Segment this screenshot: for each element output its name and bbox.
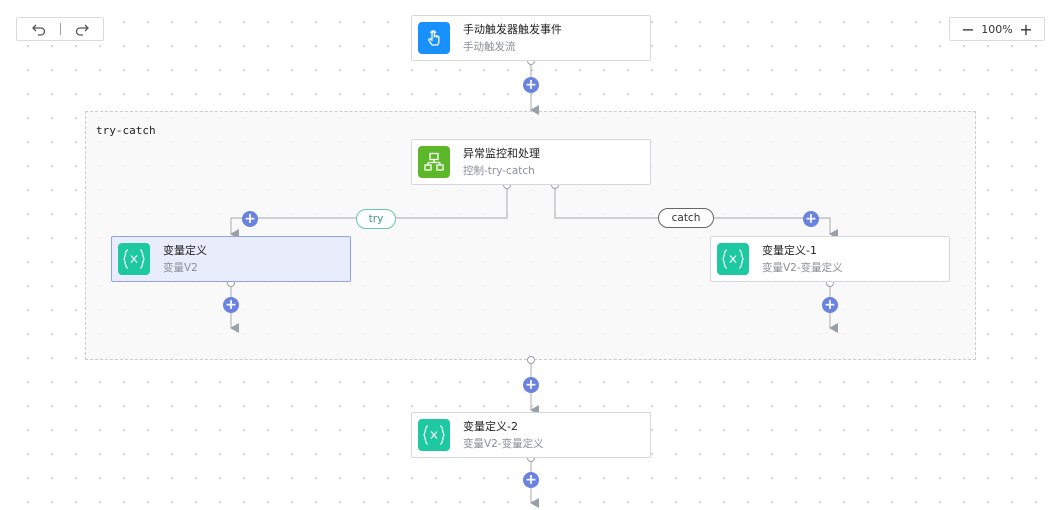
variable-braces-icon [418,419,450,451]
node-subtitle: 变量V2-变量定义 [762,261,843,274]
add-node-button[interactable]: + [822,297,838,313]
variable-braces-icon [717,243,749,275]
node-variable-after[interactable]: 变量定义-2 变量V2-变量定义 [411,412,651,458]
add-node-button[interactable]: + [242,211,258,227]
node-subtitle: 变量V2 [163,261,198,274]
add-node-button[interactable]: + [803,211,819,227]
node-subtitle: 控制-try-catch [463,164,535,177]
node-variable-try[interactable]: 变量定义 变量V2 [111,236,351,282]
hand-pointer-icon [418,22,450,54]
node-subtitle: 手动触发流 [463,40,516,53]
try-branch-label[interactable]: try [356,209,396,229]
node-subtitle: 变量V2-变量定义 [463,437,544,450]
variable-braces-icon [118,243,150,275]
node-title: 变量定义 [163,243,207,257]
node-manual-trigger[interactable]: 手动触发器触发事件 手动触发流 [411,15,651,61]
port-group-out [527,356,535,364]
catch-branch-label[interactable]: catch [658,208,714,228]
add-node-button[interactable]: + [523,377,539,393]
add-node-button[interactable]: + [223,297,239,313]
node-title: 变量定义-2 [463,419,518,433]
node-variable-catch[interactable]: 变量定义-1 变量V2-变量定义 [710,236,950,282]
node-title: 异常监控和处理 [463,146,540,160]
add-node-button[interactable]: + [523,77,539,93]
node-title: 变量定义-1 [762,243,817,257]
add-node-button[interactable]: + [523,472,539,488]
node-try-catch[interactable]: 异常监控和处理 控制-try-catch [411,139,651,185]
hierarchy-icon [418,146,450,178]
node-title: 手动触发器触发事件 [463,22,562,36]
